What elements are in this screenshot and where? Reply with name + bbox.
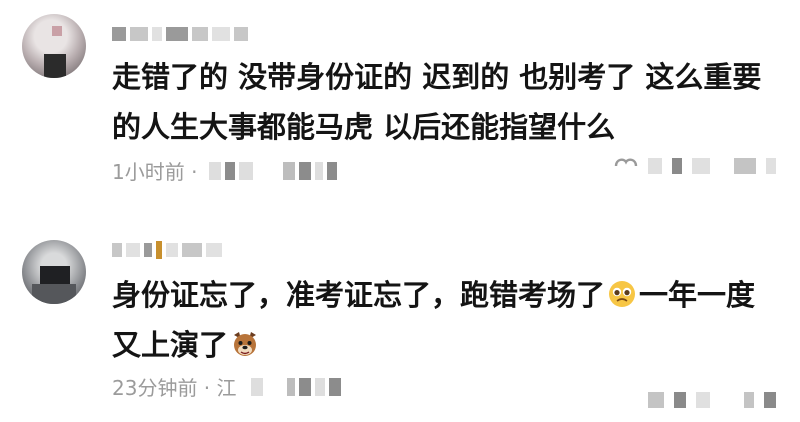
reply-icon-redacted[interactable] [648,392,664,408]
like-button-redacted[interactable] [734,158,756,174]
location-redacted [209,161,222,180]
location-redacted [250,377,263,396]
avatar[interactable] [22,14,86,78]
comment-text: 身份证忘了，准考证忘了，跑错考场了 一年一度又上演了 [112,270,784,370]
avatar-mosaic [32,284,76,304]
reply-icon[interactable] [614,156,638,176]
username-redacted[interactable] [112,24,248,44]
comment-time: 23分钟前 · 江 [112,376,237,400]
avatar-mosaic [52,26,62,36]
pleading-face-icon [609,281,636,307]
dog-face-icon [234,332,257,356]
comment-actions [648,392,776,408]
comment-item: 走错了的 没带身份证的 迟到的 也别考了 这么重要的人生大事都能马虎 以后还能指… [0,0,800,210]
comment-actions [614,156,776,176]
username-redacted[interactable] [112,240,222,260]
avatar[interactable] [22,240,86,304]
comment-meta: 1小时前 · [112,156,338,185]
like-button-redacted[interactable] [744,392,754,408]
avatar-mosaic [44,54,66,78]
comment-text: 走错了的 没带身份证的 迟到的 也别考了 这么重要的人生大事都能马虎 以后还能指… [112,60,762,144]
comment-item: 身份证忘了，准考证忘了，跑错考场了 一年一度又上演了 23分钟前 · 江 [0,222,800,422]
comment-meta: 23分钟前 · 江 [112,372,341,401]
comment-time: 1小时前 · [112,160,198,184]
avatar-mosaic [40,266,70,284]
comment-text-part: 身份证忘了，准考证忘了，跑错考场了 [112,278,606,312]
